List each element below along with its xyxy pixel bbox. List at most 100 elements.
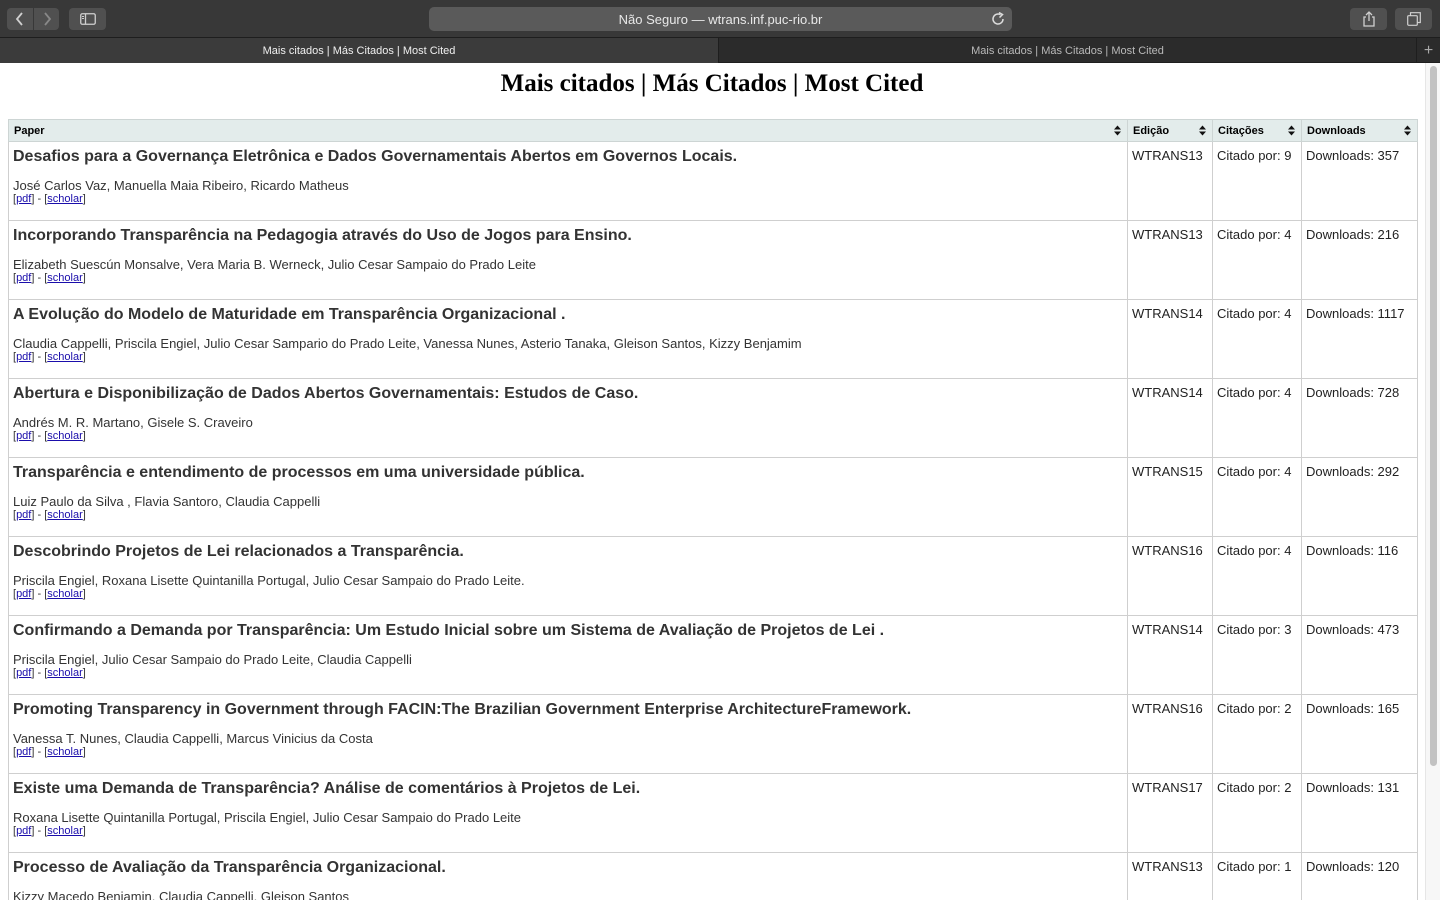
table-row: Existe uma Demanda de Transparência? Aná… bbox=[8, 773, 1418, 853]
scholar-link[interactable]: scholar bbox=[47, 588, 82, 600]
citations-cell: Citado por: 2 bbox=[1212, 694, 1302, 774]
scholar-link[interactable]: scholar bbox=[47, 430, 82, 442]
paper-cell: Desafios para a Governança Eletrônica e … bbox=[8, 141, 1128, 221]
paper-authors: José Carlos Vaz, Manuella Maia Ribeiro, … bbox=[13, 178, 349, 193]
column-header-paper[interactable]: Paper bbox=[8, 119, 1128, 142]
tab-most-cited-inactive[interactable]: Mais citados | Más Citados | Most Cited bbox=[720, 38, 1415, 63]
column-label: Downloads bbox=[1307, 124, 1366, 137]
new-tab-button[interactable]: + bbox=[1416, 38, 1440, 63]
pdf-link[interactable]: pdf bbox=[16, 667, 31, 679]
paper-authors: Kizzy Macedo Benjamin, Claudia Cappelli,… bbox=[13, 889, 350, 900]
table-row: Abertura e Disponibilização de Dados Abe… bbox=[8, 378, 1418, 458]
column-header-citations[interactable]: Citações bbox=[1212, 119, 1302, 142]
paper-title: Descobrindo Projetos de Lei relacionados… bbox=[13, 543, 464, 560]
paper-cell: Descobrindo Projetos de Lei relacionados… bbox=[8, 536, 1128, 616]
papers-table: Paper Edição Citações Downloads Desafios… bbox=[8, 119, 1418, 900]
scholar-link[interactable]: scholar bbox=[47, 509, 82, 521]
back-button[interactable] bbox=[7, 8, 33, 30]
tabs-overview-button[interactable] bbox=[1395, 8, 1432, 30]
paper-authors: Priscila Engiel, Roxana Lisette Quintani… bbox=[13, 573, 525, 588]
sort-icon bbox=[1114, 125, 1121, 136]
paper-title: Confirmando a Demanda por Transparência:… bbox=[13, 622, 885, 639]
paper-links: [pdf] - [scholar] bbox=[13, 430, 86, 442]
citations-cell: Citado por: 4 bbox=[1212, 299, 1302, 379]
paper-cell: Existe uma Demanda de Transparência? Aná… bbox=[8, 773, 1128, 853]
share-button[interactable] bbox=[1350, 8, 1387, 30]
sidebar-icon bbox=[79, 13, 96, 25]
edition-cell: WTRANS13 bbox=[1127, 852, 1213, 900]
scholar-link[interactable]: scholar bbox=[47, 193, 82, 205]
paper-title: Transparência e entendimento de processo… bbox=[13, 464, 585, 481]
tab-label: Mais citados | Más Citados | Most Cited bbox=[262, 44, 456, 57]
pdf-link[interactable]: pdf bbox=[16, 588, 31, 600]
scholar-link[interactable]: scholar bbox=[47, 746, 82, 758]
paper-links: [pdf] - [scholar] bbox=[13, 825, 86, 837]
pdf-link[interactable]: pdf bbox=[16, 351, 31, 363]
table-row: Transparência e entendimento de processo… bbox=[8, 457, 1418, 537]
paper-links: [pdf] - [scholar] bbox=[13, 746, 86, 758]
page-title: Mais citados | Más Citados | Most Cited bbox=[500, 70, 924, 97]
column-label: Paper bbox=[14, 124, 45, 137]
scholar-link[interactable]: scholar bbox=[47, 825, 82, 837]
edition-cell: WTRANS13 bbox=[1127, 141, 1213, 221]
forward-icon bbox=[43, 12, 51, 26]
paper-cell: Confirmando a Demanda por Transparência:… bbox=[8, 615, 1128, 695]
paper-cell: A Evolução do Modelo de Maturidade em Tr… bbox=[8, 299, 1128, 379]
reload-icon[interactable] bbox=[990, 11, 1006, 27]
paper-links: [pdf] - [scholar] bbox=[13, 193, 86, 205]
table-row: A Evolução do Modelo de Maturidade em Tr… bbox=[8, 299, 1418, 379]
tab-most-cited-active[interactable]: Mais citados | Más Citados | Most Cited bbox=[0, 38, 719, 63]
edition-cell: WTRANS16 bbox=[1127, 694, 1213, 774]
paper-links: [pdf] - [scholar] bbox=[13, 509, 86, 521]
back-icon bbox=[15, 12, 23, 26]
paper-authors: Elizabeth Suescún Monsalve, Vera Maria B… bbox=[13, 257, 536, 272]
edition-cell: WTRANS14 bbox=[1127, 378, 1213, 458]
citations-cell: Citado por: 4 bbox=[1212, 457, 1302, 537]
column-header-downloads[interactable]: Downloads bbox=[1301, 119, 1418, 142]
downloads-cell: Downloads: 116 bbox=[1301, 536, 1418, 616]
pdf-link[interactable]: pdf bbox=[16, 509, 31, 521]
address-text: Não Seguro — wtrans.inf.puc-rio.br bbox=[618, 11, 823, 27]
downloads-cell: Downloads: 131 bbox=[1301, 773, 1418, 853]
link-separator: - bbox=[34, 509, 45, 521]
paper-authors: Roxana Lisette Quintanilla Portugal, Pri… bbox=[13, 810, 522, 825]
scholar-link[interactable]: scholar bbox=[47, 272, 82, 284]
paper-authors: Priscila Engiel, Julio Cesar Sampaio do … bbox=[13, 652, 412, 667]
downloads-cell: Downloads: 216 bbox=[1301, 220, 1418, 300]
paper-title: Incorporando Transparência na Pedagogia … bbox=[13, 227, 632, 244]
table-row: Promoting Transparency in Government thr… bbox=[8, 694, 1418, 774]
citations-cell: Citado por: 2 bbox=[1212, 773, 1302, 853]
column-label: Citações bbox=[1218, 124, 1264, 137]
scrollbar-thumb[interactable] bbox=[1430, 66, 1437, 766]
table-row: Desafios para a Governança Eletrônica e … bbox=[8, 141, 1418, 221]
citations-cell: Citado por: 4 bbox=[1212, 536, 1302, 616]
paper-cell: Incorporando Transparência na Pedagogia … bbox=[8, 220, 1128, 300]
link-separator: - bbox=[34, 430, 45, 442]
pdf-link[interactable]: pdf bbox=[16, 193, 31, 205]
tab-bar: Mais citados | Más Citados | Most Cited … bbox=[0, 37, 1440, 63]
column-label: Edição bbox=[1133, 124, 1170, 137]
table-row: Descobrindo Projetos de Lei relacionados… bbox=[8, 536, 1418, 616]
vertical-scrollbar[interactable] bbox=[1425, 63, 1440, 900]
sidebar-button[interactable] bbox=[69, 8, 106, 30]
citations-cell: Citado por: 1 bbox=[1212, 852, 1302, 900]
pdf-link[interactable]: pdf bbox=[16, 272, 31, 284]
pdf-link[interactable]: pdf bbox=[16, 825, 31, 837]
downloads-cell: Downloads: 120 bbox=[1301, 852, 1418, 900]
citations-cell: Citado por: 4 bbox=[1212, 220, 1302, 300]
paper-authors: Luiz Paulo da Silva , Flavia Santoro, Cl… bbox=[13, 494, 321, 509]
pdf-link[interactable]: pdf bbox=[16, 430, 31, 442]
pdf-link[interactable]: pdf bbox=[16, 746, 31, 758]
column-header-edition[interactable]: Edição bbox=[1127, 119, 1213, 142]
paper-cell: Transparência e entendimento de processo… bbox=[8, 457, 1128, 537]
forward-button[interactable] bbox=[34, 8, 59, 30]
scholar-link[interactable]: scholar bbox=[47, 667, 82, 679]
scholar-link[interactable]: scholar bbox=[47, 351, 82, 363]
address-bar[interactable]: Não Seguro — wtrans.inf.puc-rio.br bbox=[429, 7, 1012, 31]
paper-title: Existe uma Demanda de Transparência? Aná… bbox=[13, 780, 641, 797]
downloads-cell: Downloads: 292 bbox=[1301, 457, 1418, 537]
citations-cell: Citado por: 3 bbox=[1212, 615, 1302, 695]
paper-cell: Processo de Avaliação da Transparência O… bbox=[8, 852, 1128, 900]
paper-cell: Abertura e Disponibilização de Dados Abe… bbox=[8, 378, 1128, 458]
sort-icon bbox=[1404, 125, 1411, 136]
